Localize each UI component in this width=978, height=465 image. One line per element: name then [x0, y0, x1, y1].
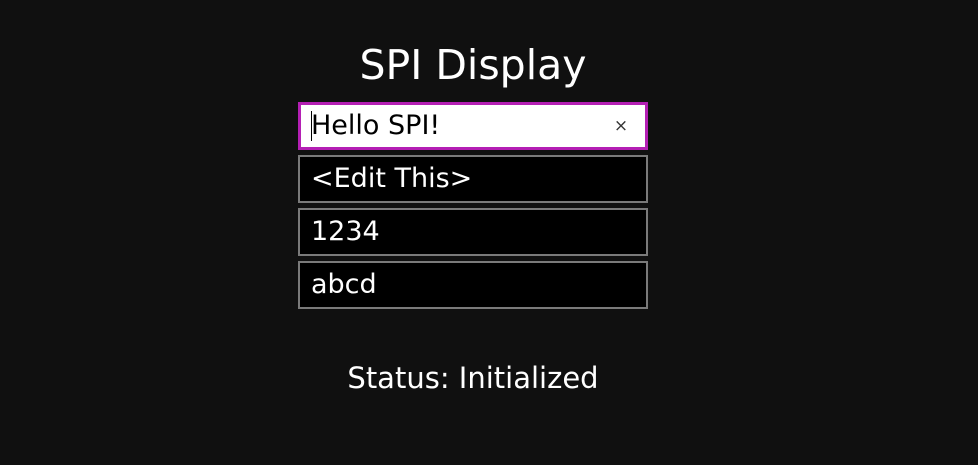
text-field-value: Hello SPI! [311, 110, 441, 141]
app-window: SPI Display Hello SPI! × <Edit This> 123… [0, 0, 978, 465]
status-text: Status: Initialized [347, 361, 599, 395]
text-field-value: <Edit This> [311, 163, 473, 194]
text-field-line-2[interactable]: <Edit This> [298, 155, 648, 203]
text-field-value: 1234 [311, 216, 380, 247]
text-field-value: abcd [311, 269, 377, 300]
text-field-line-3[interactable]: 1234 [298, 208, 648, 256]
text-field-line-1[interactable]: Hello SPI! × [298, 102, 648, 150]
page-title: SPI Display [359, 41, 587, 89]
text-field-line-4[interactable]: abcd [298, 261, 648, 309]
clear-icon[interactable]: × [609, 113, 633, 139]
text-caret [311, 111, 312, 141]
